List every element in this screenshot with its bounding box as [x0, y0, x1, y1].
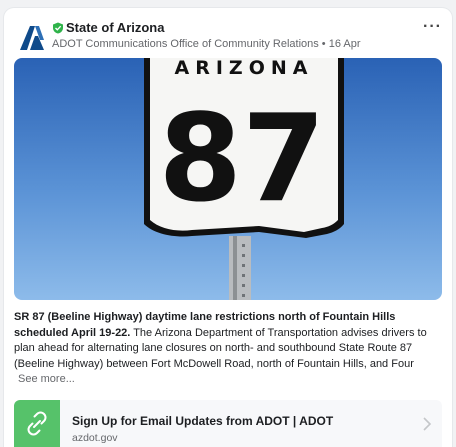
link-title[interactable]: Sign Up for Email Updates from ADOT | AD… — [72, 414, 333, 428]
link-icon — [27, 411, 47, 436]
post-meta: ADOT Communications Office of Community … — [52, 38, 361, 50]
post-caption: SR 87 (Beeline Highway) daytime lane res… — [14, 310, 444, 388]
link-thumbnail — [14, 400, 60, 447]
verified-shield-icon — [53, 22, 63, 34]
post-image[interactable]: ARIZONA 87 — [14, 58, 442, 300]
chevron-right-icon — [423, 417, 432, 431]
post-card: State of Arizona ADOT Communications Off… — [4, 8, 452, 447]
adot-logo-icon[interactable] — [18, 24, 46, 52]
post-header: State of Arizona ADOT Communications Off… — [4, 8, 452, 60]
sign-route-number: 87 — [159, 90, 326, 229]
more-options-button[interactable]: ··· — [423, 18, 442, 36]
sign-state-text: ARIZONA — [175, 58, 314, 79]
author-name[interactable]: State of Arizona — [66, 20, 164, 35]
link-domain: azdot.gov — [72, 432, 118, 444]
route-87-sign-photo: ARIZONA 87 — [14, 58, 442, 300]
link-preview-card[interactable]: Sign Up for Email Updates from ADOT | AD… — [14, 400, 442, 447]
see-more-link[interactable]: See more... — [18, 372, 444, 388]
